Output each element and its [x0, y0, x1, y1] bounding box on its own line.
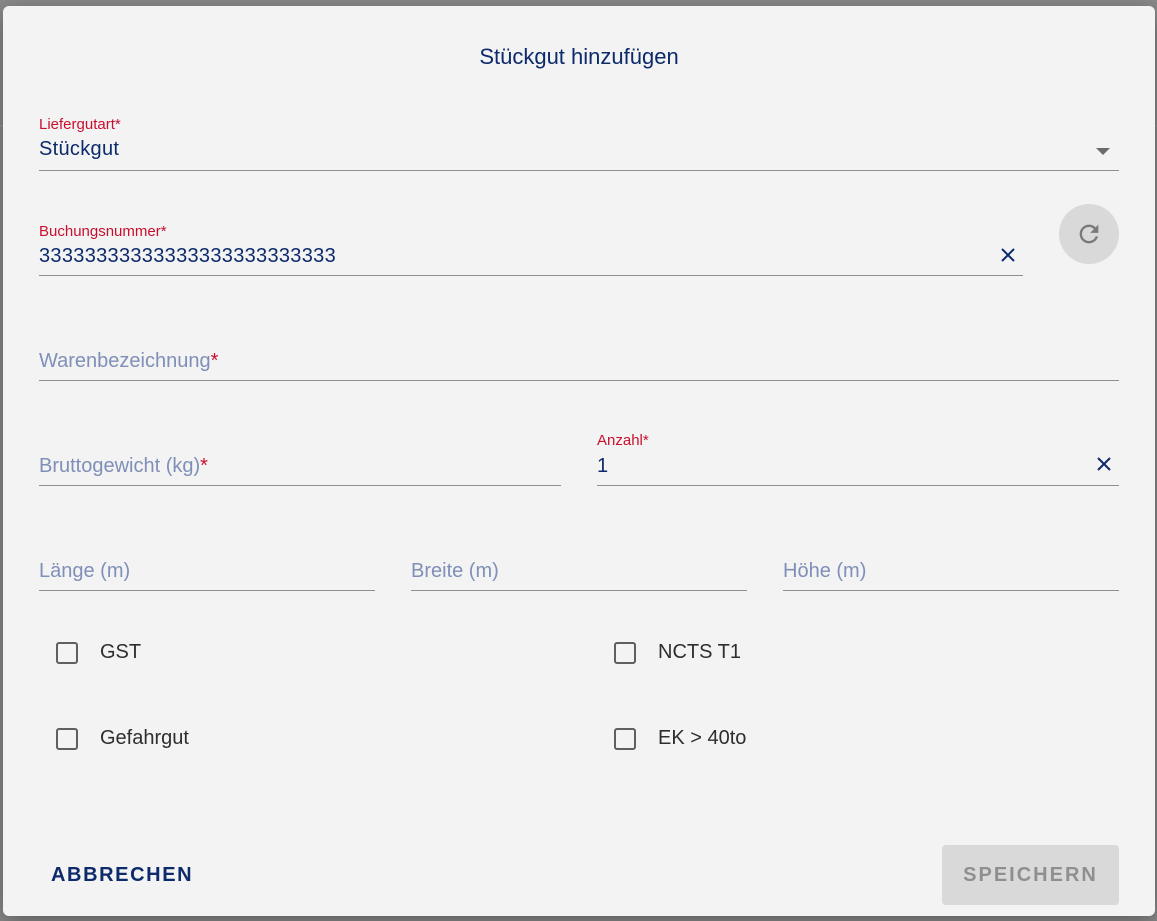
- liefergutart-value: Stückgut: [39, 138, 120, 160]
- breite-placeholder: Breite (m): [411, 560, 499, 582]
- warenbezeichnung-field[interactable]: Warenbezeichnung*: [39, 336, 1119, 381]
- liefergutart-label: Liefergutart*: [39, 116, 121, 133]
- ek-checkbox[interactable]: [614, 727, 636, 750]
- cancel-button[interactable]: ABBRECHEN: [39, 850, 205, 900]
- refresh-button[interactable]: [1059, 204, 1119, 264]
- save-button[interactable]: SPEICHERN: [942, 845, 1119, 905]
- anzahl-label: Anzahl*: [597, 432, 649, 449]
- dropdown-arrow-icon: [1096, 148, 1110, 155]
- dialog-title: Stückgut hinzufügen: [479, 44, 679, 69]
- bruttogewicht-placeholder: Bruttogewicht (kg)*: [39, 455, 208, 477]
- gefahrgut-label: Gefahrgut: [100, 727, 189, 749]
- laenge-placeholder: Länge (m): [39, 560, 131, 582]
- ek-label: EK > 40to: [658, 727, 747, 749]
- hoehe-placeholder: Höhe (m): [783, 560, 867, 582]
- gefahrgut-checkbox[interactable]: [56, 727, 78, 750]
- laenge-field[interactable]: Länge (m): [39, 546, 375, 591]
- buchungsnummer-label: Buchungsnummer*: [39, 223, 167, 240]
- bruttogewicht-field[interactable]: Bruttogewicht (kg)*: [39, 441, 561, 486]
- liefergutart-select[interactable]: Liefergutart* Stückgut: [39, 116, 1119, 171]
- add-stueckgut-dialog: Stückgut hinzufügen Liefergutart* Stückg…: [3, 6, 1155, 916]
- warenbezeichnung-placeholder: Warenbezeichnung*: [39, 350, 219, 372]
- clear-buchungsnummer-icon[interactable]: [996, 243, 1020, 267]
- refresh-icon: [1079, 224, 1099, 244]
- anzahl-field[interactable]: Anzahl* 1: [597, 432, 1119, 486]
- anzahl-value: 1: [597, 455, 609, 477]
- gst-label: GST: [100, 641, 142, 663]
- buchungsnummer-field[interactable]: Buchungsnummer* 333333333333333333333333…: [39, 223, 1023, 276]
- clear-anzahl-icon[interactable]: [1092, 452, 1116, 476]
- breite-field[interactable]: Breite (m): [411, 546, 747, 591]
- gst-checkbox[interactable]: [56, 641, 78, 664]
- ncts-checkbox[interactable]: [614, 641, 636, 664]
- ek-checkbox-row[interactable]: EK > 40to: [614, 727, 746, 750]
- gst-checkbox-row[interactable]: GST: [56, 641, 141, 664]
- buchungsnummer-value: 33333333333333333333333333: [39, 245, 336, 267]
- ncts-checkbox-row[interactable]: NCTS T1: [614, 641, 741, 664]
- hoehe-field[interactable]: Höhe (m): [783, 546, 1119, 591]
- ncts-label: NCTS T1: [658, 641, 741, 663]
- gefahrgut-checkbox-row[interactable]: Gefahrgut: [56, 727, 189, 750]
